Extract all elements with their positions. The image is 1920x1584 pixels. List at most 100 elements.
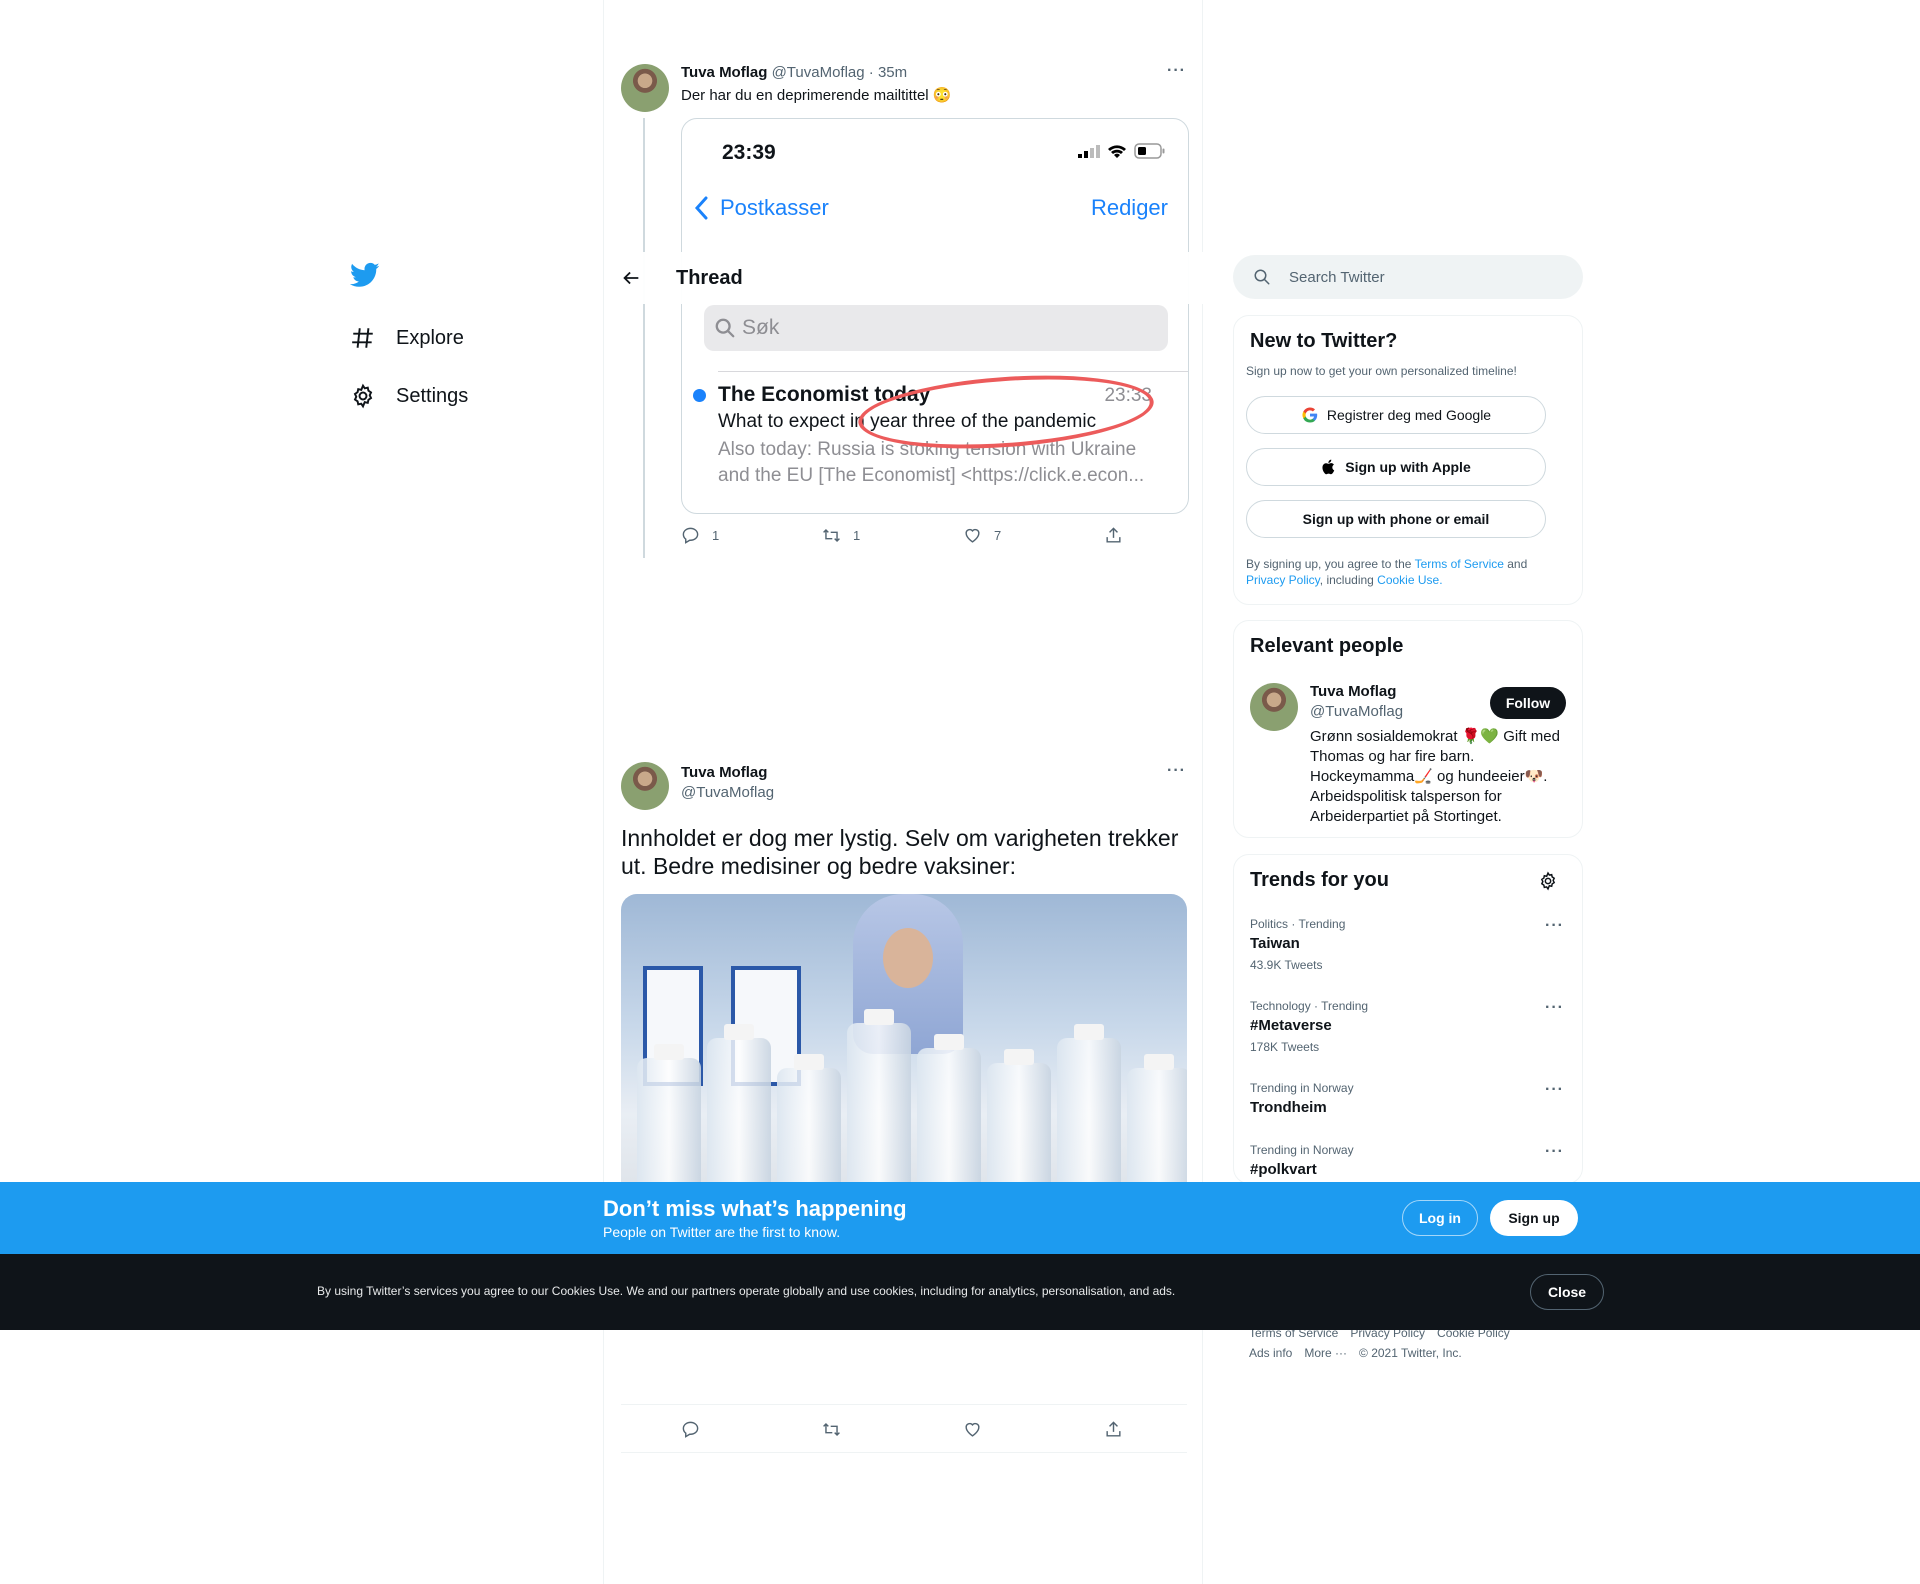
twitter-logo-icon[interactable]	[350, 260, 380, 290]
phone-email-signup-label: Sign up with phone or email	[1302, 511, 1490, 527]
bottle-cap	[1074, 1024, 1104, 1040]
login-button[interactable]: Log in	[1402, 1200, 1478, 1236]
share-icon	[1106, 1421, 1121, 1437]
share-icon	[1106, 527, 1121, 543]
reply-icon	[682, 1421, 699, 1438]
phone-email-signup-button[interactable]: Sign up with phone or email	[1246, 500, 1546, 538]
more-icon[interactable]: ···	[1167, 762, 1186, 780]
signup-card: New to Twitter? Sign up now to get your …	[1233, 315, 1583, 605]
retweet-button[interactable]: 1	[822, 526, 963, 545]
tweet-header: Tuva Moflag @TuvaMoflag · 35m	[681, 64, 907, 81]
gear-icon[interactable]	[1538, 871, 1558, 891]
more-icon[interactable]: ···	[1545, 917, 1564, 935]
relevant-bio: Grønn sosialdemokrat 🌹💚 Gift med Thomas …	[1310, 728, 1560, 825]
like-button[interactable]	[963, 1420, 1104, 1439]
main-column: Tuva Moflag @TuvaMoflag · 35m ··· Der ha…	[603, 0, 1204, 1584]
trend-context: Politics · Trending	[1250, 917, 1346, 931]
bottle-cap	[1004, 1049, 1034, 1065]
apple-signup-label: Sign up with Apple	[1345, 459, 1471, 475]
trend-context: Trending in Norway	[1250, 1081, 1354, 1095]
more-icon[interactable]: ···	[1167, 62, 1186, 80]
cookie-close-button[interactable]: Close	[1530, 1274, 1604, 1310]
retweet-count: 1	[853, 528, 861, 543]
author-name[interactable]: Tuva Moflag	[681, 764, 767, 781]
footer-more-link[interactable]: More ···	[1304, 1346, 1347, 1360]
apple-signup-button[interactable]: Sign up with Apple	[1246, 448, 1546, 486]
trend-name: #Metaverse	[1250, 1017, 1332, 1034]
like-button[interactable]: 7	[963, 526, 1104, 545]
relevant-name[interactable]: Tuva Moflag	[1310, 683, 1396, 700]
trend-item[interactable]: Technology · Trending #Metaverse 178K Tw…	[1250, 999, 1568, 1054]
privacy-link[interactable]: Privacy Policy	[1246, 573, 1320, 587]
terms-link[interactable]: Terms of Service	[1415, 557, 1504, 571]
avatar[interactable]	[1250, 683, 1298, 731]
banner-title: Don’t miss what’s happening	[603, 1196, 907, 1221]
nav-settings[interactable]: Settings	[350, 376, 468, 416]
search-input[interactable]: Search Twitter	[1233, 255, 1583, 299]
footer-ads-link[interactable]: Ads info	[1249, 1346, 1292, 1360]
signal-icon	[1078, 145, 1100, 158]
relevant-handle[interactable]: @TuvaMoflag	[1310, 703, 1403, 720]
legal-including: , including	[1319, 573, 1378, 587]
tweet-actions	[681, 1420, 1245, 1439]
trends-card: Trends for you Politics · Trending Taiwa…	[1233, 854, 1583, 1184]
phone-search-field: Søk	[704, 305, 1168, 351]
bottle	[917, 1048, 981, 1188]
phone-search-placeholder: Søk	[742, 316, 780, 339]
heart-icon	[965, 1422, 980, 1437]
avatar[interactable]	[621, 64, 669, 112]
reply-icon	[682, 527, 699, 544]
trend-item[interactable]: Trending in Norway #polkvart ···	[1250, 1143, 1568, 1178]
author-handle[interactable]: @TuvaMoflag	[772, 64, 865, 81]
gear-icon	[353, 383, 373, 409]
hashtag-icon	[352, 328, 373, 348]
like-count: 7	[994, 528, 1002, 543]
bottle	[1057, 1038, 1121, 1188]
footer-copyright: © 2021 Twitter, Inc.	[1359, 1346, 1462, 1360]
tweet-time[interactable]: · 35m	[869, 64, 907, 81]
phone-clock: 23:39	[722, 141, 776, 164]
reply-button[interactable]: 1	[681, 526, 822, 545]
bottle-cap	[934, 1034, 964, 1050]
trend-context: Trending in Norway	[1250, 1143, 1354, 1157]
nav-explore[interactable]: Explore	[350, 318, 464, 358]
reply-count: 1	[712, 528, 720, 543]
follow-button[interactable]: Follow	[1490, 687, 1566, 719]
share-button[interactable]	[1104, 526, 1245, 545]
signup-legal-text: By signing up, you agree to the Terms of…	[1246, 556, 1566, 588]
avatar[interactable]	[621, 762, 669, 810]
cookie-link[interactable]: Cookie Use.	[1377, 573, 1442, 587]
bottle	[1127, 1068, 1187, 1188]
more-icon[interactable]: ···	[1545, 1081, 1564, 1099]
more-icon[interactable]: ···	[1545, 1143, 1564, 1161]
lab-worker-face	[883, 928, 933, 988]
tweet-photo[interactable]	[621, 894, 1187, 1188]
reply-button[interactable]	[681, 1420, 822, 1439]
search-icon	[715, 318, 735, 338]
trend-context: Technology · Trending	[1250, 999, 1369, 1013]
signup-subtitle: Sign up now to get your own personalized…	[1246, 364, 1517, 378]
banner-subtitle: People on Twitter are the first to know.	[603, 1224, 841, 1240]
share-button[interactable]	[1104, 1420, 1245, 1439]
trend-count: 43.9K Tweets	[1250, 958, 1323, 972]
trend-item[interactable]: Politics · Trending Taiwan 43.9K Tweets …	[1250, 917, 1568, 972]
bottle	[637, 1058, 701, 1188]
back-arrow-icon[interactable]	[620, 267, 642, 289]
footer-links-row-2: Ads info More ··· © 2021 Twitter, Inc.	[1249, 1346, 1462, 1360]
trend-item[interactable]: Trending in Norway Trondheim ···	[1250, 1081, 1568, 1116]
tweet-media-screenshot[interactable]: 23:39 Postkasser Rediger Søk The Economi…	[681, 118, 1189, 514]
bottle-cap	[794, 1054, 824, 1070]
signup-button[interactable]: Sign up	[1490, 1200, 1578, 1236]
chevron-left-icon	[694, 196, 708, 220]
author-name[interactable]: Tuva Moflag	[681, 64, 767, 81]
bottle	[847, 1023, 911, 1188]
google-signup-button[interactable]: Registrer deg med Google	[1246, 396, 1546, 434]
retweet-icon	[823, 1422, 840, 1437]
trend-name: Taiwan	[1250, 935, 1300, 952]
retweet-button[interactable]	[822, 1420, 963, 1439]
author-handle[interactable]: @TuvaMoflag	[681, 784, 774, 801]
trends-title: Trends for you	[1250, 869, 1389, 891]
cookie-banner: By using Twitter’s services you agree to…	[0, 1254, 1920, 1330]
more-icon[interactable]: ···	[1545, 999, 1564, 1017]
nav-explore-label: Explore	[396, 326, 464, 349]
